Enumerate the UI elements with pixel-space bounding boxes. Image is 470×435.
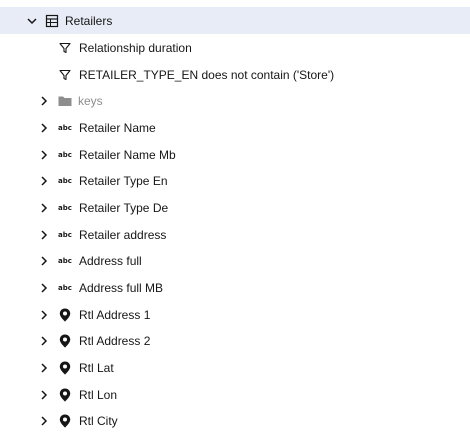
chevron-right-icon[interactable] — [37, 388, 51, 402]
chevron-right-icon[interactable] — [37, 334, 51, 348]
location-pin-icon — [57, 360, 73, 376]
text-type-icon: abc — [58, 176, 72, 185]
table-icon — [44, 13, 60, 29]
field-item[interactable]: Rtl Address 1 — [0, 301, 470, 328]
filter-icon — [57, 40, 73, 56]
field-label: Retailer Type En — [79, 173, 168, 188]
chevron-right-icon[interactable] — [37, 254, 51, 268]
text-type-icon: abc — [58, 203, 72, 212]
field-label: Address full MB — [79, 280, 164, 295]
field-item[interactable]: abc Address full — [0, 247, 470, 274]
field-item[interactable]: abc Retailer Type En — [0, 167, 470, 194]
text-type-icon: abc — [58, 256, 72, 265]
folder-label: keys — [78, 93, 103, 108]
field-label: Rtl Lat — [79, 360, 114, 375]
field-item[interactable]: abc Retailer Name Mb — [0, 141, 470, 168]
filter-icon — [57, 67, 73, 83]
chevron-right-icon[interactable] — [37, 174, 51, 188]
location-pin-icon — [57, 333, 73, 349]
chevron-right-icon[interactable] — [37, 201, 51, 215]
filter-label: Relationship duration — [79, 40, 192, 55]
field-label: Rtl Address 2 — [79, 333, 151, 348]
field-label: Rtl City — [79, 413, 118, 428]
chevron-down-icon[interactable] — [25, 14, 39, 28]
field-label: Retailer Name — [79, 120, 156, 135]
filter-item[interactable]: Relationship duration — [0, 34, 470, 61]
field-item[interactable]: abc Retailer Type De — [0, 194, 470, 221]
location-pin-icon — [57, 387, 73, 403]
text-type-icon: abc — [58, 283, 72, 292]
field-label: Rtl Lon — [79, 387, 118, 402]
filter-label: RETAILER_TYPE_EN does not contain ('Stor… — [79, 67, 335, 82]
field-item[interactable]: abc Retailer address — [0, 221, 470, 248]
field-label: Retailer Type De — [79, 200, 169, 215]
field-item[interactable]: Rtl City — [0, 407, 470, 434]
text-type-icon: abc — [58, 230, 72, 239]
chevron-right-icon[interactable] — [37, 361, 51, 375]
tree-node-keys-folder[interactable]: keys — [0, 87, 470, 114]
chevron-right-icon[interactable] — [37, 414, 51, 428]
text-type-icon: abc — [58, 150, 72, 159]
chevron-right-icon[interactable] — [37, 148, 51, 162]
location-pin-icon — [57, 307, 73, 323]
chevron-right-icon[interactable] — [37, 308, 51, 322]
folder-icon — [57, 93, 73, 109]
data-tree: Retailers Relationship duration RETAILER… — [0, 0, 470, 435]
tree-node-label: Retailers — [65, 13, 113, 28]
chevron-right-icon[interactable] — [37, 94, 51, 108]
field-label: Rtl Address 1 — [79, 307, 151, 322]
field-item[interactable]: abc Retailer Name — [0, 114, 470, 141]
location-pin-icon — [57, 413, 73, 429]
field-item[interactable]: Rtl Lat — [0, 354, 470, 381]
chevron-right-icon[interactable] — [37, 228, 51, 242]
tree-node-retailers[interactable]: Retailers — [0, 7, 470, 34]
field-item[interactable]: Rtl Address 2 — [0, 327, 470, 354]
chevron-right-icon[interactable] — [37, 281, 51, 295]
field-item[interactable]: abc Address full MB — [0, 274, 470, 301]
field-label: Address full — [79, 253, 142, 268]
field-label: Retailer address — [79, 227, 167, 242]
field-item[interactable]: Rtl Lon — [0, 381, 470, 408]
filter-item[interactable]: RETAILER_TYPE_EN does not contain ('Stor… — [0, 61, 470, 88]
chevron-right-icon[interactable] — [37, 121, 51, 135]
field-label: Retailer Name Mb — [79, 147, 176, 162]
text-type-icon: abc — [58, 123, 72, 132]
